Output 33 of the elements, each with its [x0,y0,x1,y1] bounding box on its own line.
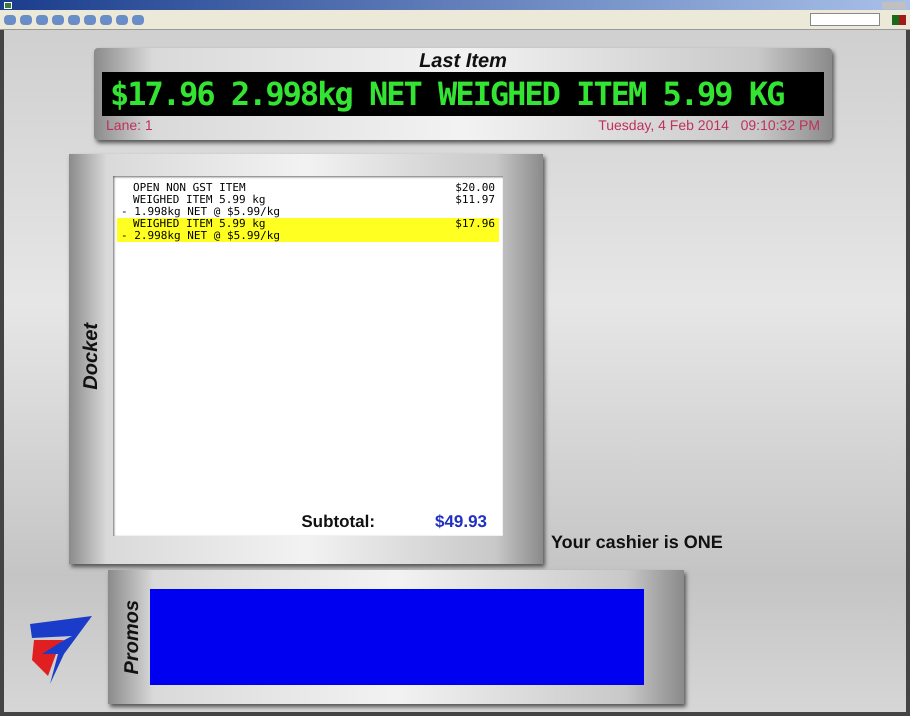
toolbar-tool-icon[interactable] [4,14,16,24]
toolbar-tool-icon[interactable] [116,14,128,24]
item-price: $11.97 [455,194,495,208]
toolbar-tool-icon[interactable] [52,14,64,24]
toolbar-tool-icon[interactable] [36,14,48,24]
item-price: $20.00 [455,182,495,194]
subtotal-label: Subtotal: [301,510,375,532]
toolbar-tool-icon[interactable] [132,14,144,24]
promos-title: Promos [120,600,144,674]
docket-line-item[interactable]: WEIGHED ITEM 5.99 kg - 1.998kg NET @ $5.99/kg $11.97 [117,194,499,218]
subtotal-value: $49.93 [435,510,487,532]
last-item-title: Last Item [418,50,508,72]
item-description: - 2.998kg NET @ $5.99/kg [121,230,280,242]
item-price: $17.96 [455,218,495,232]
lane-label: Lane: 1 [106,116,153,134]
cashier-message: Your cashier is ONE [551,531,723,554]
toolbar-tool-icon[interactable] [20,14,32,24]
clock-field [810,13,880,26]
docket-line-item[interactable]: OPEN NON GST ITEM $20.00 [117,182,499,194]
docket-title: Docket [79,322,103,390]
toolbar-tool-icon[interactable] [100,14,112,24]
docket-line-item[interactable]: WEIGHED ITEM 5.99 kg - 2.998kg NET @ $5.99/kg $17.96 [117,218,499,242]
app-icon [4,2,12,8]
item-description: WEIGHED ITEM 5.99 kg [132,194,266,206]
toolbar-tool-icon[interactable] [84,14,96,24]
item-description: - 1.998kg NET @ $5.99/kg [121,206,280,218]
date-time: Tuesday, 4 Feb 2014 09:10:32 PM [598,116,820,134]
logo-icon [28,614,92,686]
toolbar-tool-icon[interactable] [68,14,80,24]
item-description: WEIGHED ITEM 5.99 kg [132,218,266,230]
last-item-display: $17.96 2.998kg NET WEIGHED ITEM 5.99 KG [102,72,824,116]
flag-icon [892,14,906,24]
item-description: OPEN NON GST ITEM [132,182,246,194]
